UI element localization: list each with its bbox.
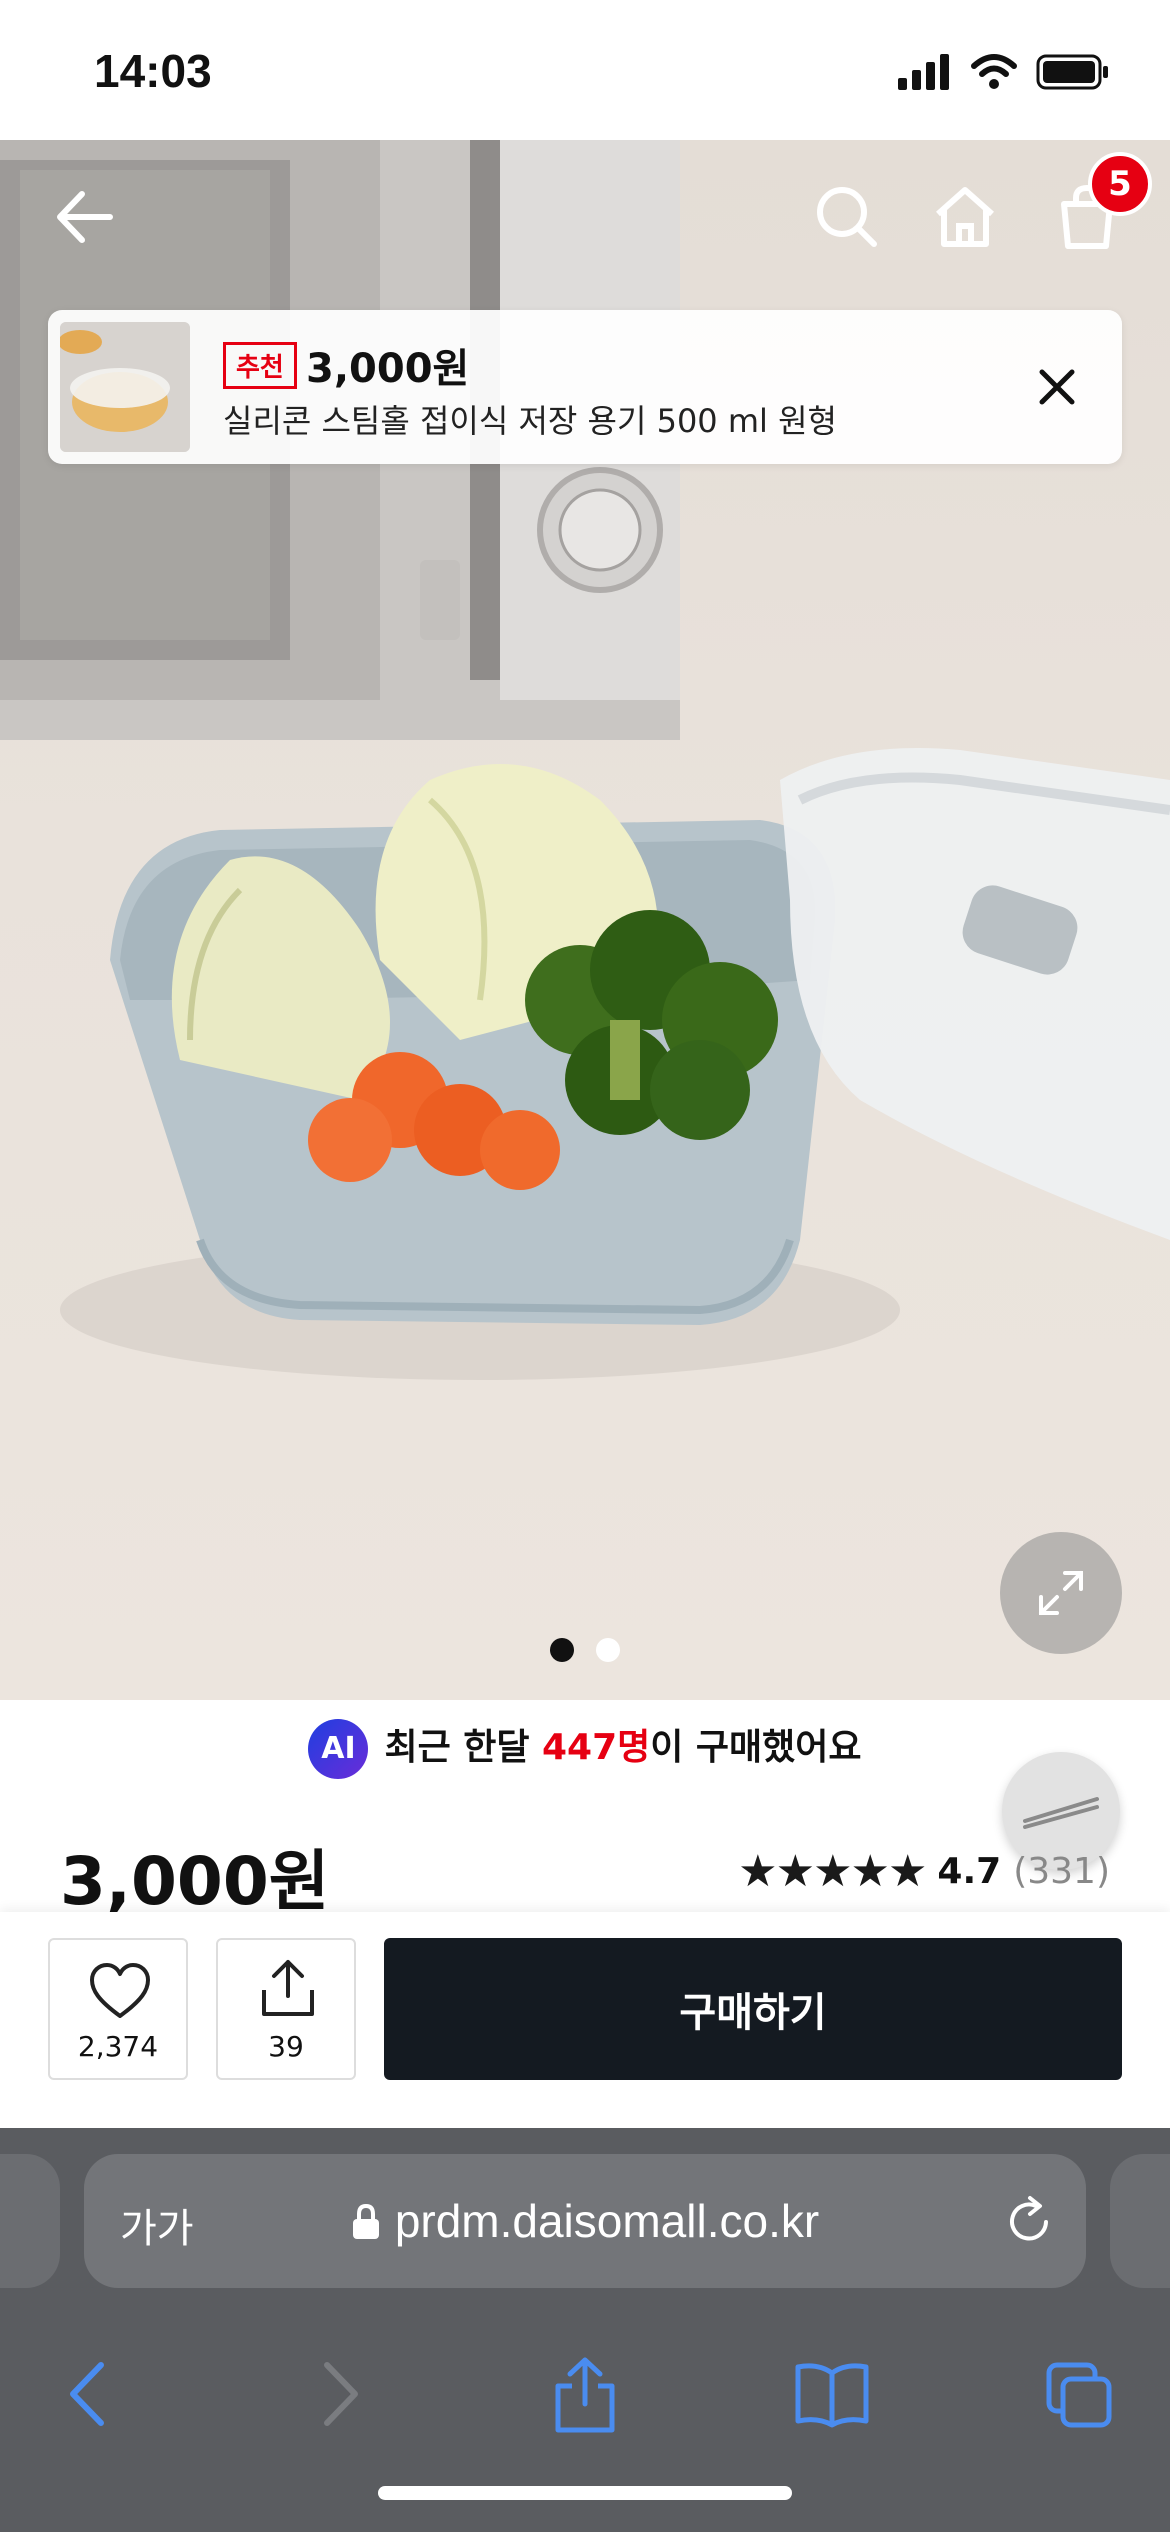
back-button[interactable] — [40, 172, 130, 262]
ai-summary-prefix: 최근 한달 — [384, 1727, 542, 1768]
rating-stars-icon: ★★★★★ — [738, 1846, 927, 1897]
share-count: 39 — [268, 2030, 304, 2063]
like-button[interactable]: 2,374 — [48, 1938, 188, 2080]
status-bar: 14:03 — [0, 0, 1170, 140]
home-icon — [936, 187, 994, 247]
browser-bookmarks-button[interactable] — [792, 2354, 872, 2434]
home-button[interactable] — [920, 172, 1010, 262]
page-dot-2[interactable] — [596, 1638, 620, 1662]
browser-nav-row — [0, 2324, 1170, 2444]
browser-toolbar: 가가 prdm.daisomall.co.kr — [0, 2128, 1170, 2532]
purchase-bar: 2,374 39 구매하기 — [0, 1912, 1170, 2128]
tabs-icon — [1046, 2362, 1112, 2428]
reload-button[interactable] — [1002, 2194, 1056, 2252]
previous-tab-preview[interactable] — [0, 2154, 60, 2288]
rating-count: (331) — [1013, 1851, 1110, 1892]
lock-icon — [352, 2203, 379, 2239]
page-dot-1[interactable] — [550, 1638, 574, 1662]
share-icon — [555, 2357, 615, 2433]
ai-summary-suffix: 이 구매했어요 — [650, 1727, 862, 1768]
cart-count-badge: 5 — [1088, 152, 1152, 216]
search-button[interactable] — [802, 172, 892, 262]
signal-icon — [898, 54, 949, 90]
ai-summary-count: 447명 — [542, 1727, 651, 1768]
product-price: 3,000원 — [60, 1843, 330, 1920]
rating-score: 4.7 — [937, 1851, 1002, 1892]
reload-icon — [1010, 2196, 1048, 2241]
gallery-page-indicator — [0, 1638, 1170, 1662]
home-indicator[interactable] — [378, 2486, 792, 2500]
fullscreen-button[interactable] — [1000, 1532, 1122, 1654]
recommendation-product-name: 실리콘 스팀홀 접이식 저장 용기 500 ml 원형 — [223, 402, 837, 440]
status-time: 14:03 — [94, 45, 212, 97]
wifi-icon — [971, 54, 1017, 89]
product-rating[interactable]: ★★★★★ 4.7 (331) — [738, 1846, 1110, 1897]
recommendation-tag: 추천 — [223, 342, 297, 389]
url-display[interactable]: prdm.daisomall.co.kr — [84, 2194, 1086, 2248]
chopsticks-icon — [1023, 1797, 1099, 1829]
next-tab-preview[interactable] — [1110, 2154, 1170, 2288]
url-text: prdm.daisomall.co.kr — [394, 2195, 820, 2247]
chevron-right-icon — [324, 2362, 358, 2426]
heart-icon — [90, 1963, 150, 2018]
chevron-left-icon — [70, 2362, 104, 2426]
expand-icon — [1039, 1571, 1083, 1615]
recommendation-close-button[interactable] — [1032, 362, 1082, 412]
buy-button[interactable]: 구매하기 — [384, 1938, 1122, 2080]
share-icon — [262, 1960, 314, 2016]
recommendation-price: 3,000원 — [306, 346, 470, 392]
ai-purchase-summary: AI 최근 한달 447명이 구매했어요 — [0, 1718, 1170, 1779]
status-icons — [898, 52, 1110, 92]
address-bar[interactable]: 가가 prdm.daisomall.co.kr — [84, 2154, 1086, 2288]
product-image-gallery[interactable]: 5 추천 3,000원 실리콘 스팀홀 접이식 저장 용기 500 ml 원형 — [0, 140, 1170, 1700]
browser-share-button[interactable] — [545, 2354, 625, 2434]
battery-icon — [1036, 54, 1108, 90]
browser-forward-button[interactable] — [300, 2354, 380, 2434]
like-count: 2,374 — [77, 2030, 159, 2063]
recommendation-thumbnail — [60, 322, 190, 452]
recommendation-banner[interactable]: 추천 3,000원 실리콘 스팀홀 접이식 저장 용기 500 ml 원형 — [48, 310, 1122, 464]
share-button[interactable]: 39 — [216, 1938, 356, 2080]
browser-tabs-button[interactable] — [1040, 2354, 1120, 2434]
book-icon — [795, 2363, 869, 2428]
cart-button[interactable]: 5 — [1042, 152, 1152, 262]
browser-back-button[interactable] — [48, 2354, 128, 2434]
close-icon — [1039, 369, 1075, 405]
ai-badge: AI — [308, 1719, 369, 1779]
search-icon — [817, 187, 877, 247]
arrow-left-icon — [57, 191, 113, 243]
